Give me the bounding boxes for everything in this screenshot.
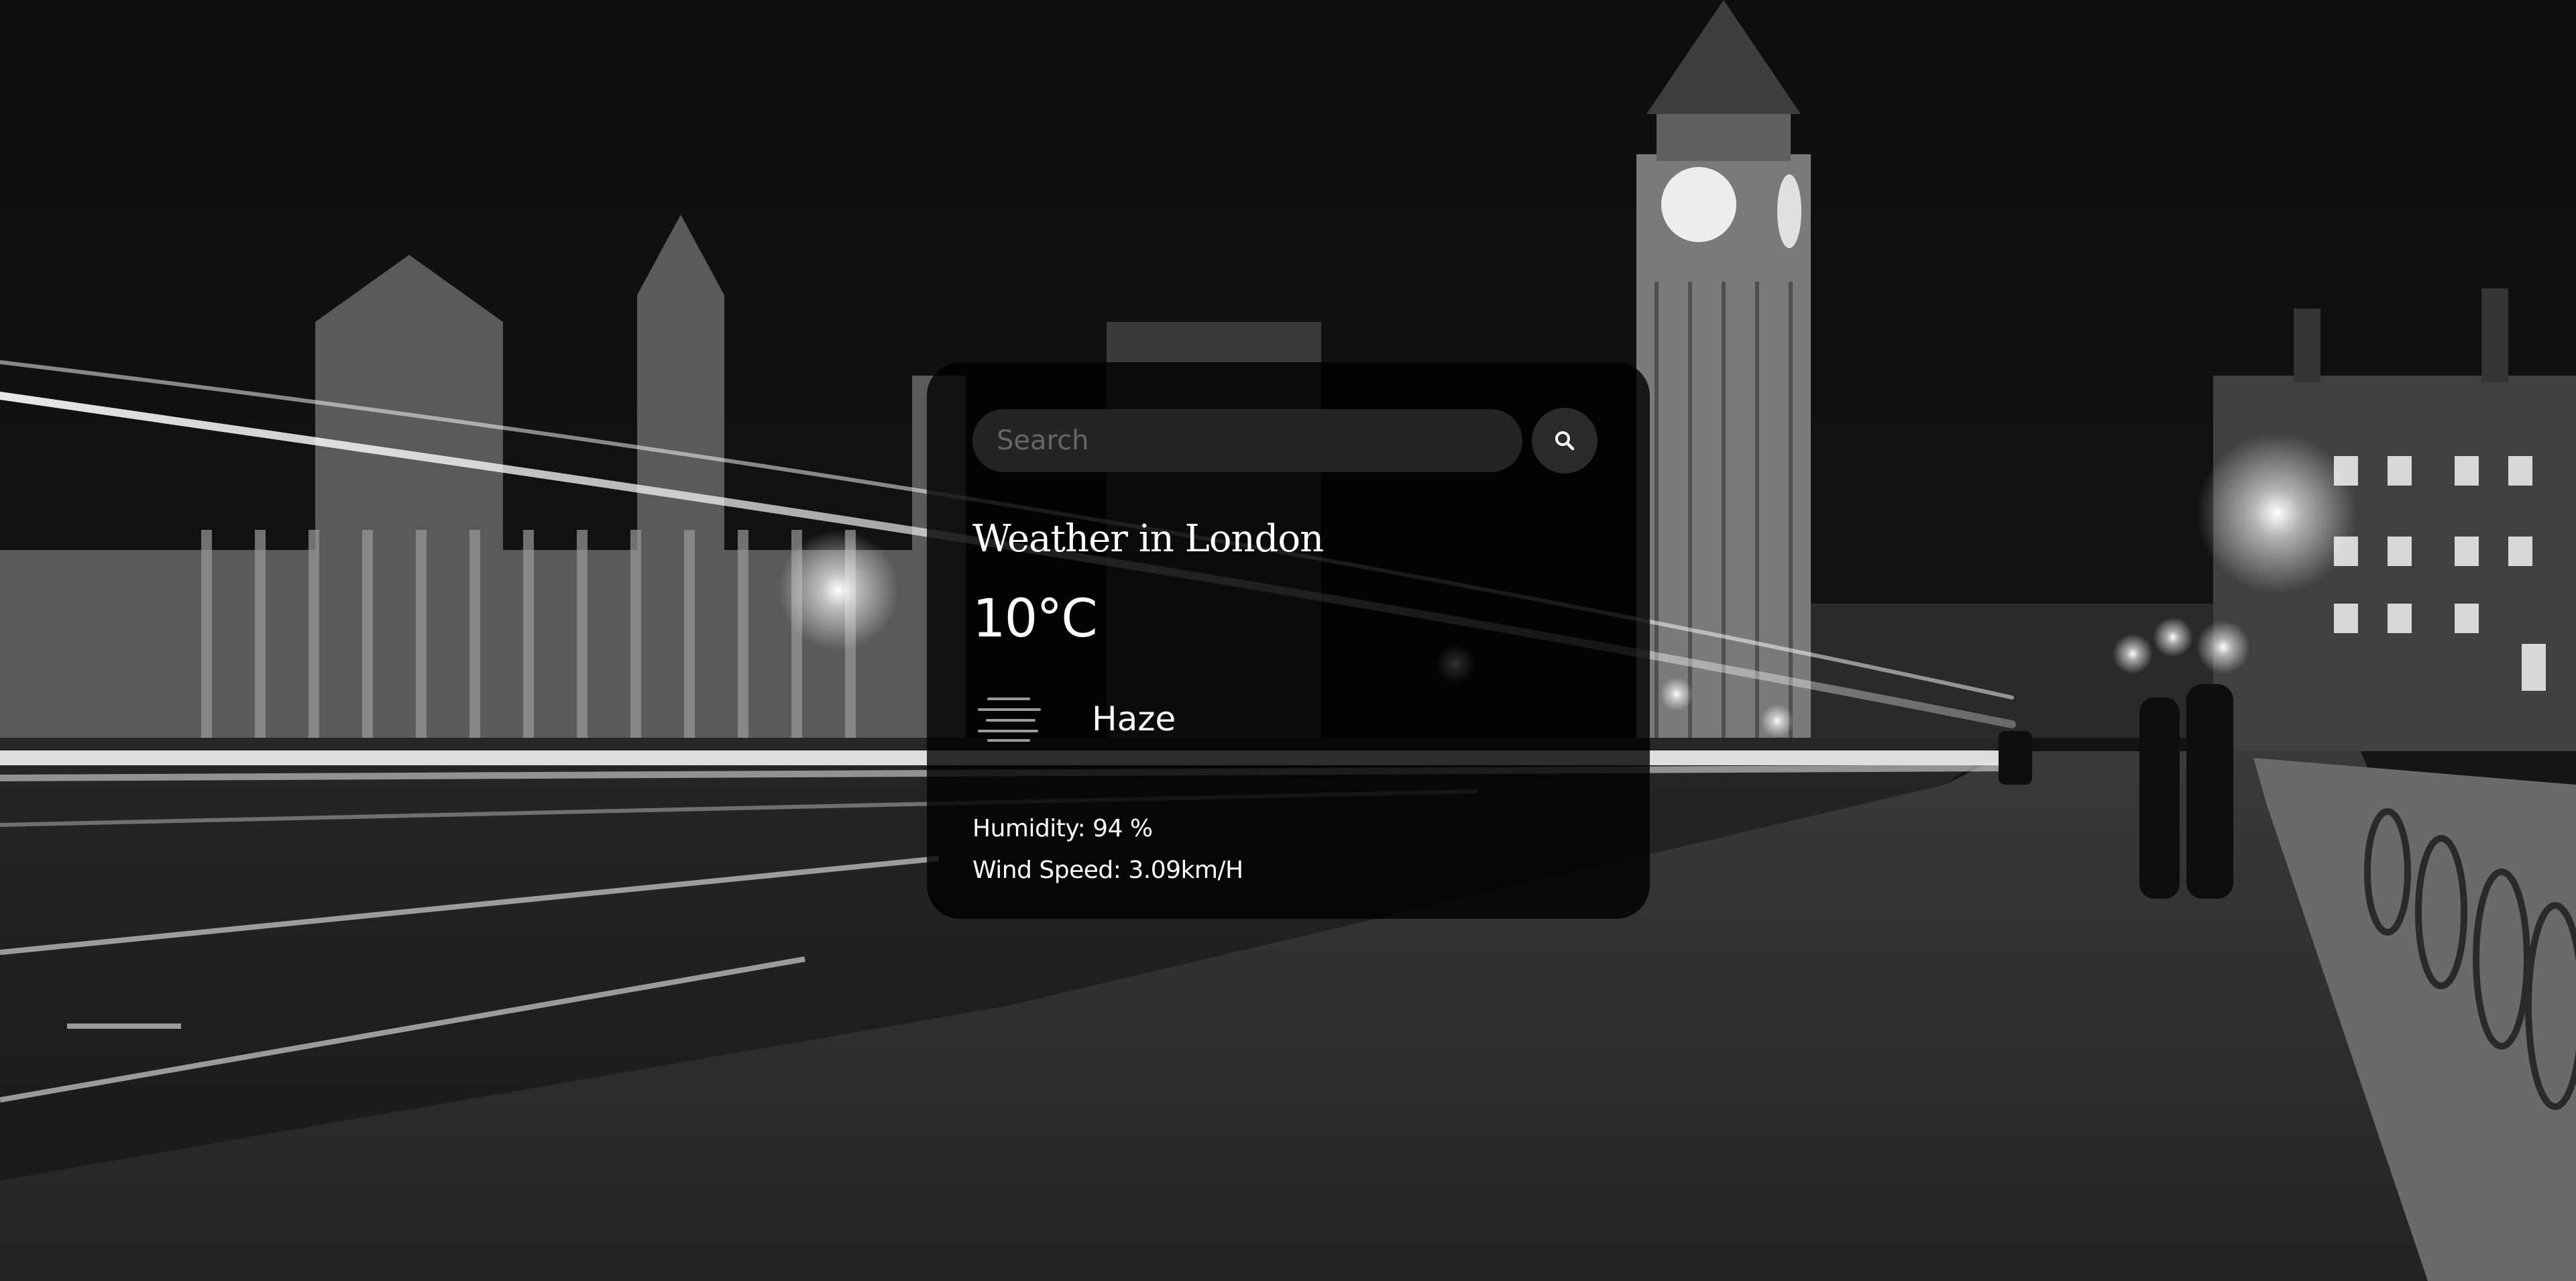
search-button[interactable] bbox=[1532, 408, 1598, 474]
humidity: Humidity: 94 % bbox=[972, 814, 1153, 842]
weather-card: Weather in London 10°C Haze Humidity: 94… bbox=[927, 362, 1650, 919]
search-input[interactable] bbox=[972, 409, 1523, 472]
search-icon bbox=[1555, 431, 1575, 451]
haze-icon bbox=[978, 697, 1041, 742]
search-bar bbox=[972, 408, 1598, 474]
weather-details: Humidity: 94 % Wind Speed: 3.09km/H bbox=[972, 808, 1598, 891]
weather-description-row: Haze bbox=[972, 689, 1598, 749]
wind-speed: Wind Speed: 3.09km/H bbox=[972, 856, 1243, 884]
weather-description: Haze bbox=[1092, 699, 1176, 738]
temperature: 10°C bbox=[972, 589, 1098, 650]
city-title: Weather in London bbox=[972, 517, 1324, 561]
